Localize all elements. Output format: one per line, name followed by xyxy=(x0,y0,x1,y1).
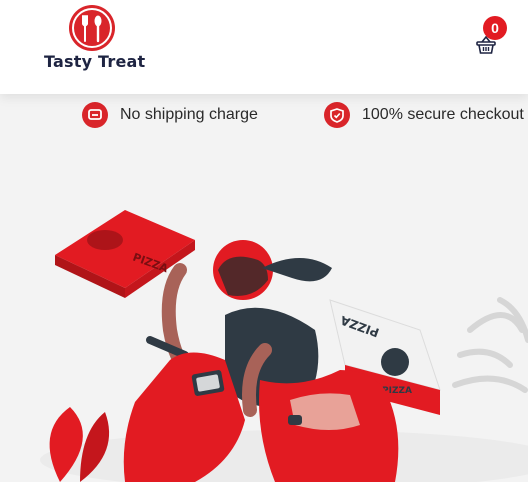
cart-count-badge: 0 xyxy=(483,16,507,40)
truck-icon xyxy=(82,102,108,128)
site-header: Tasty Treat 0 xyxy=(0,0,528,94)
utensils-icon xyxy=(69,5,115,51)
brand-name: Tasty Treat xyxy=(44,52,146,71)
hero-illustration: PIZZA PIZZA PIZZA xyxy=(40,210,528,482)
cart-button[interactable]: 0 xyxy=(470,16,514,60)
shield-icon xyxy=(324,102,350,128)
feature-secure-checkout: 100% secure checkout xyxy=(324,100,524,130)
brand-logo[interactable]: Tasty Treat xyxy=(44,4,146,74)
feature-label: No shipping charge xyxy=(120,106,258,123)
feature-label: 100% secure checkout xyxy=(362,106,524,123)
feature-no-shipping: No shipping charge xyxy=(82,100,258,130)
wind-lines-icon xyxy=(452,297,528,393)
